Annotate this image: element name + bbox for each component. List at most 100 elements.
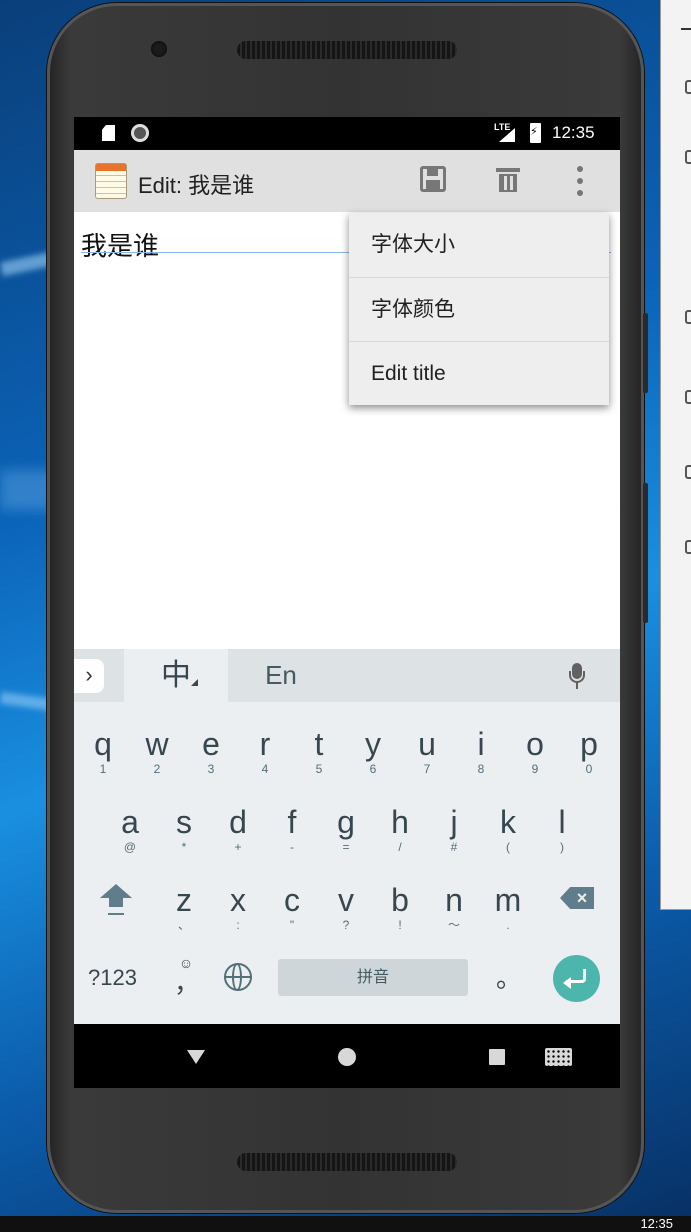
front-camera bbox=[151, 41, 167, 57]
key-label: q bbox=[94, 726, 112, 762]
key-g[interactable]: g = bbox=[319, 797, 373, 867]
key-hint: 3 bbox=[207, 762, 215, 776]
power-button[interactable] bbox=[643, 313, 648, 393]
emoji-comma-key[interactable]: ☺ ， bbox=[174, 954, 201, 1004]
key-hint: 5 bbox=[315, 762, 323, 776]
key-i[interactable]: i8 bbox=[454, 719, 508, 789]
key-t[interactable]: t5 bbox=[292, 719, 346, 789]
phone-screen: LTE 12:35 Edit: 我是谁 我是谁 字体大小 字体颜色 Edit t… bbox=[74, 117, 620, 1088]
key-s[interactable]: s * bbox=[157, 797, 211, 867]
key-hint: 2 bbox=[153, 762, 161, 776]
key-r[interactable]: r4 bbox=[238, 719, 292, 789]
window-icon bbox=[685, 540, 691, 554]
key-hint: + bbox=[234, 840, 242, 854]
note-content[interactable]: 我是谁 bbox=[81, 226, 159, 263]
key-label: l bbox=[558, 804, 566, 840]
key-hint: * bbox=[181, 840, 187, 854]
key-hint: 9 bbox=[531, 762, 539, 776]
key-hint: ( bbox=[506, 840, 510, 854]
key-p[interactable]: p0 bbox=[562, 719, 616, 789]
delete-icon[interactable] bbox=[496, 168, 520, 192]
key-z[interactable]: z、 bbox=[157, 875, 211, 945]
more-options-icon[interactable] bbox=[574, 166, 586, 196]
backspace-key[interactable]: × bbox=[560, 887, 594, 909]
key-w[interactable]: w2 bbox=[130, 719, 184, 789]
taskbar bbox=[0, 1216, 691, 1232]
battery-charging-icon bbox=[530, 123, 541, 143]
window-icon bbox=[685, 465, 691, 479]
key-m[interactable]: m. bbox=[481, 875, 535, 945]
key-label: s bbox=[176, 804, 192, 840]
key-hint: 7 bbox=[423, 762, 431, 776]
key-k[interactable]: k( bbox=[481, 797, 535, 867]
key-j[interactable]: j # bbox=[427, 797, 481, 867]
key-o[interactable]: o9 bbox=[508, 719, 562, 789]
background-window[interactable] bbox=[660, 0, 691, 910]
shift-key[interactable] bbox=[100, 884, 132, 920]
key-hint: ! bbox=[398, 918, 402, 932]
menu-item-font-color[interactable]: 字体颜色 bbox=[349, 278, 609, 342]
space-key[interactable]: 拼音 bbox=[278, 959, 468, 996]
save-icon[interactable] bbox=[420, 166, 446, 192]
sd-card-icon bbox=[102, 125, 115, 141]
status-bar: LTE 12:35 bbox=[74, 117, 620, 150]
key-n[interactable]: n ～ bbox=[427, 875, 481, 945]
key-label: c bbox=[284, 882, 300, 918]
key-label: x bbox=[230, 882, 246, 918]
key-hint: / bbox=[398, 840, 402, 854]
minimize-icon[interactable] bbox=[681, 28, 691, 30]
key-label: i bbox=[477, 726, 485, 762]
window-icon bbox=[685, 80, 691, 94]
key-y[interactable]: y6 bbox=[346, 719, 400, 789]
key-label: u bbox=[418, 726, 436, 762]
key-v[interactable]: v? bbox=[319, 875, 373, 945]
menu-item-font-size[interactable]: 字体大小 bbox=[349, 213, 609, 278]
key-c[interactable]: c " bbox=[265, 875, 319, 945]
window-icon bbox=[685, 310, 691, 324]
key-hint: : bbox=[236, 918, 240, 932]
key-hint: " bbox=[289, 918, 295, 932]
key-label: t bbox=[314, 726, 324, 762]
recents-icon[interactable] bbox=[489, 1049, 505, 1065]
volume-button[interactable] bbox=[643, 483, 648, 623]
signal-icon bbox=[499, 128, 515, 142]
symbols-key[interactable]: ?123 bbox=[88, 961, 148, 995]
key-q[interactable]: q1 bbox=[76, 719, 130, 789]
key-x[interactable]: x: bbox=[211, 875, 265, 945]
key-hint: ～ bbox=[447, 918, 460, 932]
menu-item-edit-title[interactable]: Edit title bbox=[349, 342, 609, 407]
back-icon[interactable] bbox=[187, 1050, 205, 1064]
key-hint: ) bbox=[560, 840, 564, 854]
key-label: z bbox=[176, 882, 192, 918]
key-d[interactable]: d + bbox=[211, 797, 265, 867]
soft-keyboard: › 中 En q1w2e3r4t5y6u7i8o9p0 a @ s * d + f - g = h /… bbox=[74, 649, 620, 1024]
key-label: h bbox=[391, 804, 409, 840]
key-f[interactable]: f- bbox=[265, 797, 319, 867]
globe-icon[interactable] bbox=[224, 963, 252, 991]
key-h[interactable]: h / bbox=[373, 797, 427, 867]
key-a[interactable]: a @ bbox=[103, 797, 157, 867]
page-title: Edit: 我是谁 bbox=[138, 173, 255, 198]
bottom-speaker bbox=[237, 1153, 457, 1171]
keyboard-switch-icon[interactable] bbox=[545, 1048, 572, 1066]
key-label: y bbox=[365, 726, 381, 762]
notepad-app-icon bbox=[95, 163, 127, 199]
period-key[interactable]: 。 bbox=[494, 955, 524, 1001]
tab-english[interactable]: En bbox=[246, 649, 316, 702]
key-hint: 4 bbox=[261, 762, 269, 776]
navigation-bar bbox=[74, 1024, 620, 1088]
home-icon[interactable] bbox=[338, 1048, 356, 1066]
key-label: n bbox=[445, 882, 463, 918]
key-label: b bbox=[391, 882, 409, 918]
expand-toolbar-icon[interactable]: › bbox=[74, 659, 104, 693]
key-hint: - bbox=[290, 840, 294, 854]
key-e[interactable]: e3 bbox=[184, 719, 238, 789]
microphone-icon[interactable] bbox=[569, 663, 585, 689]
key-u[interactable]: u7 bbox=[400, 719, 454, 789]
sync-icon bbox=[131, 124, 149, 142]
comma-label: ， bbox=[174, 968, 201, 998]
key-b[interactable]: b! bbox=[373, 875, 427, 945]
enter-key[interactable] bbox=[553, 955, 600, 1002]
key-l[interactable]: l) bbox=[535, 797, 589, 867]
tab-chinese[interactable]: 中 bbox=[124, 649, 228, 702]
